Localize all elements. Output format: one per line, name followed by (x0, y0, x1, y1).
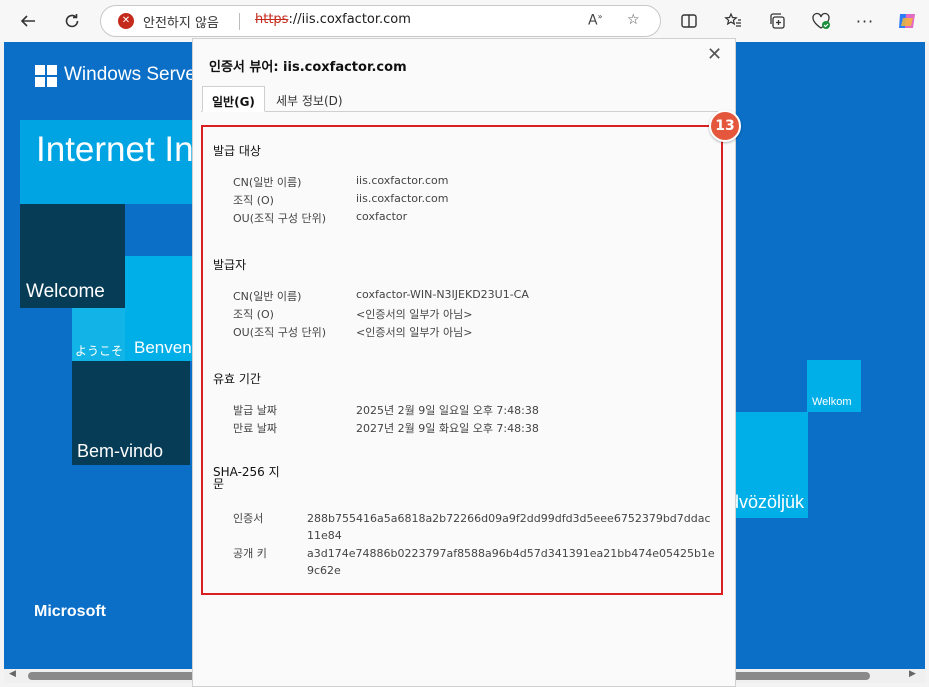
back-button[interactable] (12, 5, 44, 37)
issued-to-cn-value: iis.coxfactor.com (356, 174, 449, 187)
split-screen-button[interactable] (673, 5, 705, 37)
tile-udvozoljuk-text: Üdvözöljük (736, 492, 805, 512)
not-secure-icon[interactable]: ✕ (118, 13, 134, 29)
pubkey-fingerprint-label: 공개 키 (233, 547, 267, 560)
pubkey-fingerprint-value: a3d174e74886b0223797af8588a96b4d57d34139… (307, 547, 715, 577)
issued-to-ou-value: coxfactor (356, 210, 408, 223)
security-label[interactable]: 안전하지 않음 (143, 12, 219, 31)
fingerprints-heading-line2: 문 (213, 477, 225, 491)
issued-by-o-label: 조직 (O) (233, 308, 274, 321)
scroll-left-icon[interactable]: ◀ (9, 669, 16, 679)
browser-toolbar: ✕ 안전하지 않음 https://iis.coxfactor.com A» ☆… (0, 0, 929, 42)
tile-benvenuto-text: Benvenuto (134, 338, 195, 357)
url-text[interactable]: https://iis.coxfactor.com (255, 12, 411, 27)
tile-bemvindo-text: Bem-vindo (77, 441, 164, 461)
issued-by-ou-label: OU(조직 구성 단위) (233, 326, 327, 339)
windows-server-brand: Windows Server (64, 64, 203, 85)
section-validity: 유효 기간 (213, 372, 261, 386)
issued-to-cn-label: CN(일반 이름) (233, 176, 302, 189)
tile-youkoso-text: ようこそ (75, 344, 124, 358)
certificate-viewer-dialog: 인증서 뷰어: iis.coxfactor.com ✕ 일반(G) 세부 정보(… (192, 38, 741, 687)
issued-by-ou-value: <인증서의 일부가 아님> (356, 326, 473, 339)
section-fingerprints: SHA-256 지 문 (213, 466, 280, 490)
dialog-title: 인증서 뷰어: iis.coxfactor.com (209, 60, 407, 75)
heart-pulse-icon (812, 12, 830, 29)
collections-icon (770, 13, 785, 29)
expiry-date-label: 만료 날짜 (233, 422, 277, 435)
cert-fingerprint-value: 288b755416a5a6818a2b72266d09a9f2dd99dfd3… (307, 512, 711, 542)
copilot-button[interactable] (891, 5, 923, 37)
address-bar[interactable]: ✕ 안전하지 않음 https://iis.coxfactor.com A» ☆ (100, 5, 661, 37)
browser-essentials-button[interactable] (805, 5, 837, 37)
issued-to-o-value: iis.coxfactor.com (356, 192, 449, 205)
issued-by-cn-value: coxfactor-WIN-N3IJEKD23U1-CA (356, 288, 529, 301)
tile-bemvindo: Bem-vindo (72, 361, 190, 465)
tile-welcome-text: Welcome (26, 281, 105, 302)
expiry-date-value: 2027년 2월 9일 화요일 오후 7:48:38 (356, 422, 539, 435)
split-screen-icon (681, 14, 697, 28)
favorites-button[interactable] (717, 5, 749, 37)
issued-by-cn-label: CN(일반 이름) (233, 290, 302, 303)
microsoft-logo-text: Microsoft (34, 603, 106, 620)
copilot-icon (899, 14, 915, 28)
issued-date-label: 발급 날짜 (233, 404, 277, 417)
more-dots-icon: ··· (855, 11, 875, 31)
read-aloud-icon[interactable]: A» (588, 12, 602, 29)
tab-general[interactable]: 일반(G) (202, 86, 265, 112)
url-scheme: https (255, 12, 289, 27)
tab-details[interactable]: 세부 정보(D) (267, 86, 352, 112)
issued-to-o-label: 조직 (O) (233, 194, 274, 207)
section-issued-by: 발급자 (213, 258, 247, 272)
cert-fingerprint-label: 인증서 (233, 512, 264, 525)
back-arrow-icon (20, 15, 35, 27)
issued-date-value: 2025년 2월 9일 일요일 오후 7:48:38 (356, 404, 539, 417)
tile-welkom-text: Welkom (812, 396, 852, 408)
issued-to-ou-label: OU(조직 구성 단위) (233, 212, 327, 225)
step-badge: 13 (709, 110, 741, 142)
collections-button[interactable] (761, 5, 793, 37)
favorites-list-icon (724, 12, 741, 27)
address-separator (239, 13, 240, 30)
refresh-icon (65, 14, 79, 28)
refresh-button[interactable] (56, 5, 88, 37)
tile-youkoso: ようこそ (72, 308, 125, 361)
issued-by-o-value: <인증서의 일부가 아님> (356, 308, 473, 321)
section-issued-to: 발급 대상 (213, 144, 261, 158)
tile-welcome: Welcome (20, 204, 125, 308)
tile-udvozoljuk: Üdvözöljük (736, 412, 808, 518)
windows-logo-icon (35, 65, 57, 87)
scroll-right-icon[interactable]: ▶ (909, 669, 916, 679)
favorite-star-icon[interactable]: ☆ (627, 12, 640, 28)
more-menu-button[interactable]: ··· (849, 5, 881, 37)
close-icon[interactable]: ✕ (707, 44, 722, 65)
tile-welkom: Welkom (807, 360, 861, 412)
tile-benvenuto: Benvenuto (125, 256, 195, 361)
url-host: ://iis.coxfactor.com (288, 12, 411, 27)
